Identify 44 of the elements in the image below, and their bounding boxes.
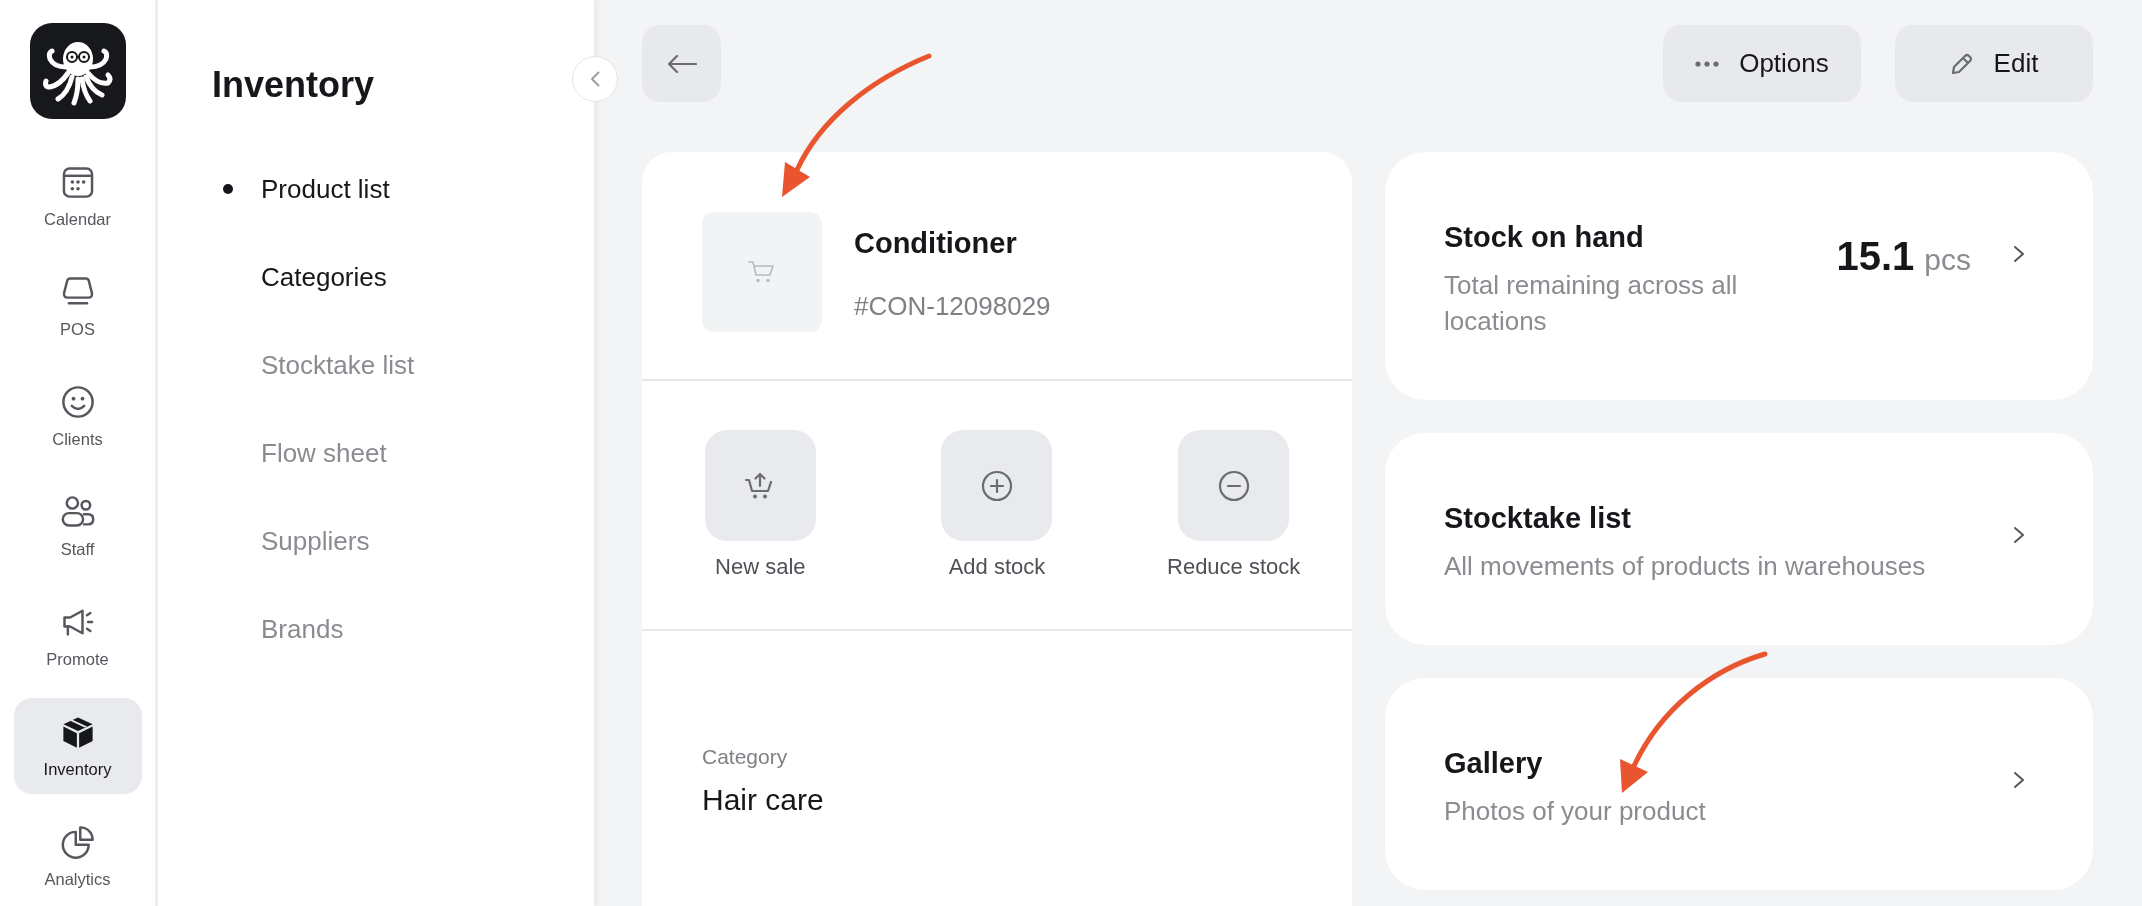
product-sku: #CON-12098029 bbox=[854, 290, 1051, 322]
card-subtitle: All movements of products in warehouses bbox=[1444, 550, 1926, 583]
sidebar-item[interactable]: Categories bbox=[261, 261, 387, 293]
options-button[interactable]: Options bbox=[1663, 25, 1861, 102]
sidebar-item[interactable]: Product list bbox=[223, 173, 390, 205]
chevron-right-icon bbox=[2013, 771, 2025, 789]
back-button[interactable] bbox=[642, 25, 721, 102]
pie-chart-icon bbox=[59, 823, 96, 860]
nav-item[interactable]: Analytics bbox=[13, 808, 142, 904]
smiley-icon bbox=[59, 383, 96, 420]
unit-label: pcs bbox=[1924, 242, 1971, 278]
reduce-stock-button[interactable]: Reduce stock bbox=[1167, 430, 1301, 580]
chevron-left-icon bbox=[590, 71, 600, 87]
people-icon bbox=[59, 493, 96, 530]
new-sale-button[interactable]: New sale bbox=[704, 430, 816, 580]
collapse-button[interactable] bbox=[572, 56, 618, 102]
edit-button[interactable]: Edit bbox=[1895, 25, 2093, 102]
nav-item[interactable]: POS bbox=[13, 258, 142, 354]
chevron-right-icon bbox=[2013, 526, 2025, 544]
product-name: Conditioner bbox=[854, 226, 1017, 261]
stock-quantity: 15.1 bbox=[1836, 234, 1915, 278]
category-value: Hair care bbox=[702, 782, 824, 818]
arrow-left-icon bbox=[666, 53, 697, 74]
bullet-icon bbox=[223, 184, 233, 194]
cart-icon bbox=[748, 260, 776, 284]
card-title: Gallery bbox=[1444, 746, 1543, 781]
category-label: Category bbox=[702, 744, 788, 770]
chevron-right-icon bbox=[2013, 245, 2025, 263]
nav-item[interactable]: Calendar bbox=[13, 148, 142, 244]
card-title: Stock on hand bbox=[1444, 220, 1644, 255]
more-dots-icon bbox=[1695, 60, 1720, 67]
card-subtitle: Photos of your product bbox=[1444, 795, 1706, 828]
nav-item[interactable]: Clients bbox=[13, 368, 142, 464]
add-stock-button[interactable]: Add stock bbox=[941, 430, 1053, 580]
nav-item[interactable]: Staff bbox=[13, 478, 142, 574]
card-title: Stocktake list bbox=[1444, 501, 1631, 536]
sidebar-title: Inventory bbox=[212, 64, 375, 106]
card-subtitle: Total remaining across all locations bbox=[1444, 269, 1739, 338]
nav-item[interactable]: Promote bbox=[13, 588, 142, 684]
summary-card[interactable]: Stock on hand Total remaining across all locations 15.1 pcs bbox=[1385, 152, 2093, 400]
nav-item[interactable]: Inventory bbox=[13, 698, 142, 794]
summary-card[interactable]: Gallery Photos of your product bbox=[1385, 678, 2093, 890]
summary-card[interactable]: Stocktake list All movements of products in warehouses bbox=[1385, 433, 2093, 645]
pencil-icon bbox=[1949, 51, 1974, 76]
